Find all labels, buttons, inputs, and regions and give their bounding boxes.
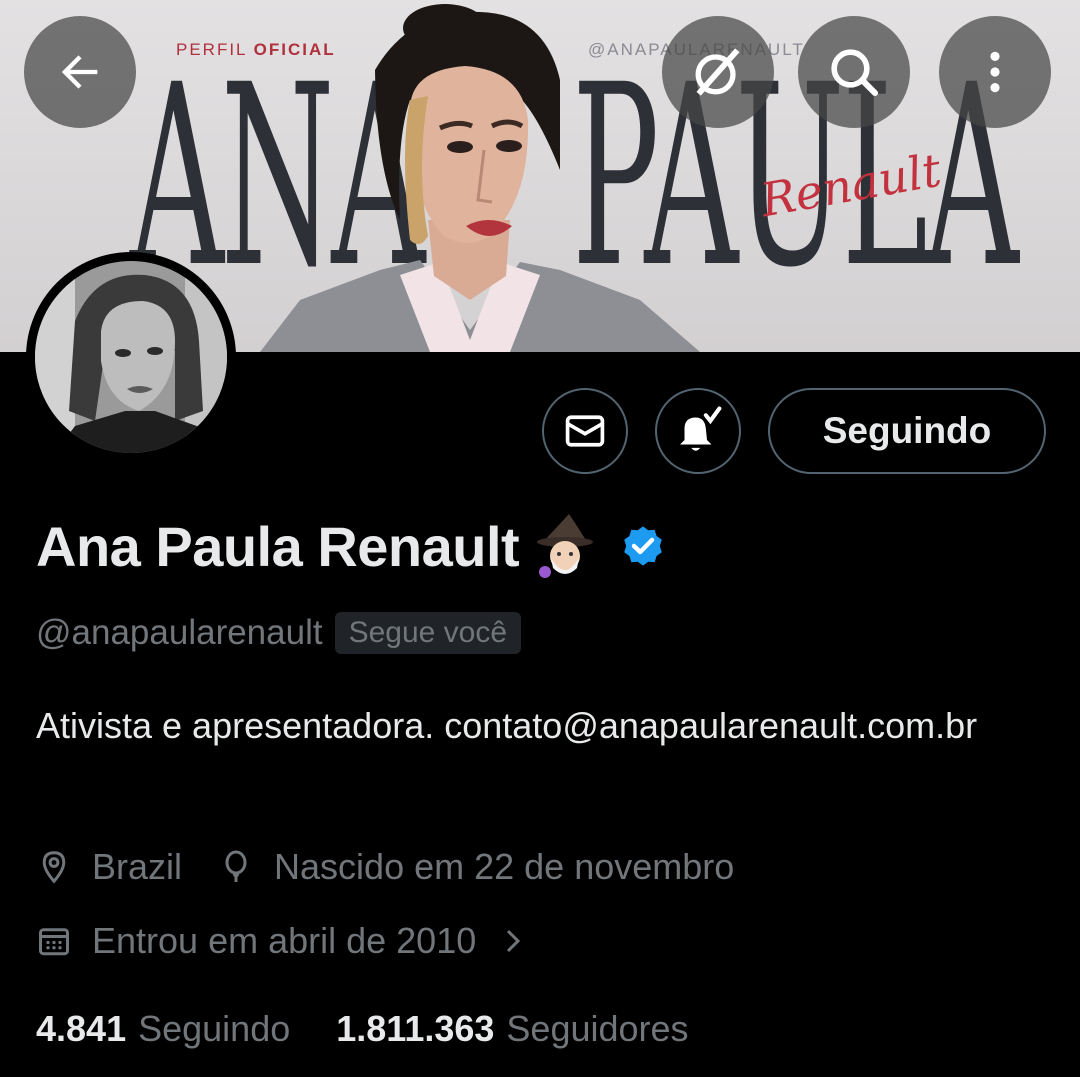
followers-stat[interactable]: 1.811.363 Seguidores <box>336 1008 688 1050</box>
joined-item[interactable]: Entrou em abril de 2010 <box>36 920 528 962</box>
handle-row: @anapaularenault Segue você <box>36 612 522 654</box>
balloon-icon <box>218 849 254 885</box>
birthday-item: Nascido em 22 de novembro <box>218 846 734 888</box>
more-options-button[interactable] <box>939 16 1051 128</box>
calendar-icon <box>36 923 72 959</box>
location-text: Brazil <box>92 846 183 887</box>
message-button[interactable] <box>542 388 628 474</box>
profile-meta-row-2[interactable]: Entrou em abril de 2010 <box>36 920 528 962</box>
notifications-button[interactable] <box>655 388 741 474</box>
bell-check-icon <box>680 406 722 451</box>
followers-label: Seguidores <box>506 1008 689 1049</box>
name-row: Ana Paula Renault <box>36 512 667 580</box>
follows-you-badge: Segue você <box>334 612 522 654</box>
search-button[interactable] <box>798 16 910 128</box>
followers-count: 1.811.363 <box>336 1008 495 1049</box>
profile-meta-row-1: Brazil Nascido em 22 de novembro <box>36 846 734 888</box>
wizard-emoji <box>537 514 594 578</box>
following-button[interactable]: Seguindo <box>768 388 1046 474</box>
following-count: 4.841 <box>36 1008 127 1049</box>
search-icon <box>831 49 879 97</box>
location-pin-icon <box>36 849 72 885</box>
avatar-image <box>35 261 227 453</box>
birthday-text: Nascido em 22 de novembro <box>274 846 735 887</box>
banner-portrait-image <box>260 4 700 352</box>
verified-badge-icon[interactable] <box>619 522 667 570</box>
envelope-icon <box>565 415 605 447</box>
back-button[interactable] <box>24 16 136 128</box>
display-name: Ana Paula Renault <box>36 514 520 578</box>
profile-page: PERFIL OFICIAL @ANAPAULARENAULT ANA PAUL… <box>0 0 1080 1077</box>
more-vertical-icon <box>990 51 1000 93</box>
joined-text: Entrou em abril de 2010 <box>92 920 477 961</box>
avatar[interactable] <box>26 252 236 462</box>
grok-icon <box>695 48 740 96</box>
profile-bio: Ativista e apresentadora. contato@anapau… <box>36 705 978 746</box>
chevron-right-icon <box>498 926 528 956</box>
grok-button[interactable] <box>662 16 774 128</box>
arrow-left-icon <box>61 55 98 89</box>
location-item: Brazil <box>36 846 182 888</box>
user-handle: @anapaularenault <box>36 613 323 652</box>
following-label: Seguindo <box>138 1008 291 1049</box>
following-stat[interactable]: 4.841 Seguindo <box>36 1008 290 1050</box>
profile-stats: 4.841 Seguindo 1.811.363 Seguidores <box>36 1008 689 1050</box>
